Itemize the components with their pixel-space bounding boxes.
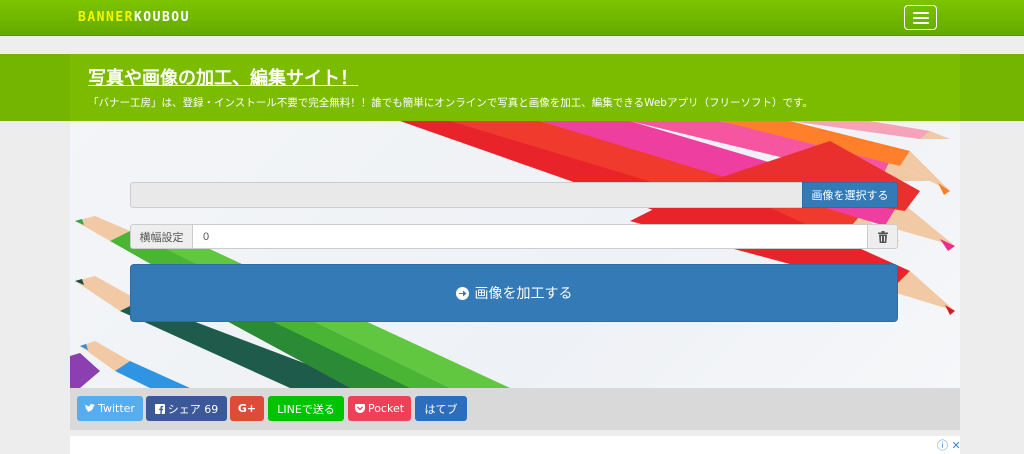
brand-logo[interactable]: BANNERKOUBOU — [78, 10, 190, 25]
pocket-share-label: Pocket — [367, 402, 405, 415]
hamburger-icon — [913, 12, 929, 14]
ad-info-icon[interactable]: ⓘ — [937, 439, 948, 452]
process-image-button[interactable]: 画像を加工する — [130, 264, 898, 322]
pocket-icon — [354, 404, 365, 413]
colored-pencils-image — [70, 121, 955, 388]
process-image-label: 画像を加工する — [474, 286, 573, 302]
google-plus-share-button[interactable]: G+ — [230, 396, 264, 421]
spacer-strip — [0, 36, 1024, 54]
twitter-share-label: Twitter — [98, 402, 135, 415]
navbar: BANNERKOUBOU — [0, 0, 1024, 36]
hamburger-icon-bar — [913, 22, 929, 24]
twitter-bird-icon — [85, 404, 96, 412]
select-image-button[interactable]: 画像を選択する — [802, 182, 898, 208]
google-plus-label: G+ — [237, 402, 257, 415]
line-share-button[interactable]: LINEで送る — [268, 396, 344, 421]
ad-close-icon[interactable]: ✕ — [952, 439, 961, 452]
menu-toggle-button[interactable] — [904, 5, 937, 30]
hatena-bookmark-label: はてブ — [424, 402, 458, 416]
trash-icon — [877, 230, 888, 243]
ad-controls: ⓘ ✕ — [937, 437, 961, 453]
page-subtitle: 「バナー工房」は、登録・インストール不要で完全無料！！誰でも簡単にオンラインで写… — [88, 97, 813, 109]
hatena-bookmark-button[interactable]: はてブ — [415, 396, 467, 421]
hamburger-icon-bar — [913, 17, 929, 19]
width-input[interactable]: 0 — [192, 224, 868, 249]
facebook-share-button[interactable]: シェア 69 — [146, 396, 227, 421]
arrow-circle-right-icon — [455, 286, 469, 300]
width-input-value: 0 — [203, 230, 210, 243]
brand-logo-part2: KOUBOU — [133, 10, 190, 25]
facebook-share-label: シェア 69 — [167, 402, 219, 416]
clear-width-button[interactable] — [867, 224, 898, 249]
hero-background-image — [70, 121, 960, 388]
ad-container — [70, 436, 960, 454]
twitter-share-button[interactable]: Twitter — [77, 396, 143, 421]
line-share-label: LINEで送る — [277, 402, 335, 416]
pocket-share-button[interactable]: Pocket — [348, 396, 411, 421]
page-title[interactable]: 写真や画像の加工、編集サイト！ — [88, 64, 358, 90]
brand-logo-part1: BANNER — [78, 10, 134, 25]
file-path-input[interactable] — [130, 182, 803, 208]
width-setting-label: 横幅設定 — [130, 224, 193, 249]
facebook-icon — [154, 403, 165, 414]
